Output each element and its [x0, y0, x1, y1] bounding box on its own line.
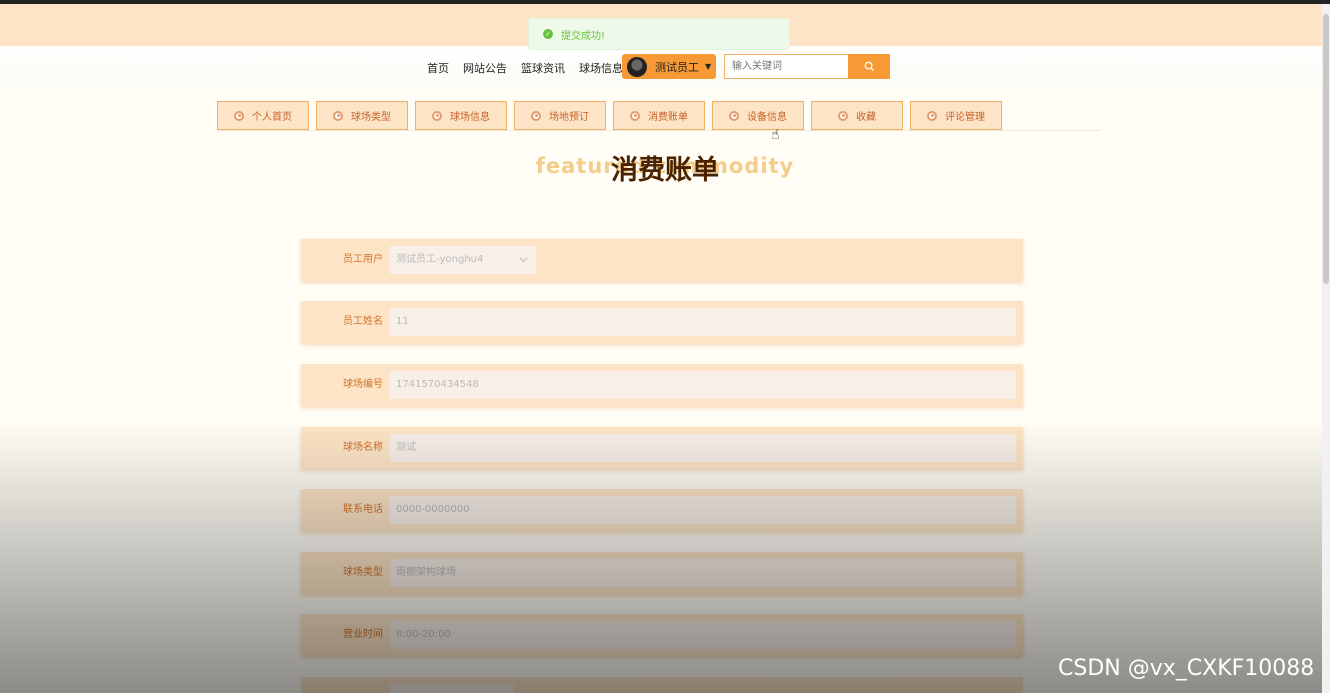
search-icon	[864, 61, 874, 72]
phone-field[interactable]: 0000-0000000	[390, 496, 1016, 524]
tab-label: 场地预订	[549, 112, 589, 123]
form-row-business-hours: 营业时间 8:00-20:00	[301, 614, 1023, 656]
business-hours-field[interactable]: 8:00-20:00	[390, 621, 1016, 649]
chevron-down-icon	[519, 257, 528, 263]
caret-down-icon: ▼	[705, 62, 712, 71]
form-row-phone: 联系电话 0000-0000000	[301, 489, 1023, 531]
tab-label: 收藏	[856, 112, 876, 123]
form-row-court-name: 球场名称 测试	[301, 427, 1023, 469]
circle-icon	[630, 110, 640, 121]
nav-links: 首页 网站公告 篮球资讯 球场信息	[427, 60, 623, 76]
tab-court-booking[interactable]: 场地预订	[514, 101, 606, 130]
tab-comments[interactable]: 评论管理	[910, 101, 1002, 130]
circle-icon	[729, 110, 739, 121]
form-label: 球场类型	[343, 567, 383, 578]
tab-label: 评论管理	[945, 112, 985, 123]
search-input[interactable]	[724, 54, 849, 79]
circle-icon	[432, 110, 442, 121]
tab-court-types[interactable]: 球场类型	[316, 101, 408, 130]
user-menu-button[interactable]: 测试员工 ▼	[622, 54, 716, 79]
form-label: 员工用户	[343, 254, 383, 265]
form-label: 联系电话	[343, 504, 383, 515]
partial-field	[390, 684, 514, 693]
employee-user-select[interactable]: 测试员工-yonghu4	[390, 246, 536, 274]
tab-label: 设备信息	[747, 112, 787, 123]
tab-bills[interactable]: 消费账单	[613, 101, 705, 130]
tab-personal-home[interactable]: 个人首页	[217, 101, 309, 130]
circle-icon	[234, 110, 244, 121]
form-row-court-type: 球场类型 雨棚架构球场	[301, 552, 1023, 594]
toast-message: 提交成功!	[561, 30, 606, 42]
search-button[interactable]	[848, 54, 890, 79]
tab-favorites[interactable]: 收藏	[811, 101, 903, 130]
form-row-employee-user: 员工用户 测试员工-yonghu4	[301, 239, 1023, 281]
user-name: 测试员工	[655, 60, 699, 74]
circle-icon	[333, 110, 343, 121]
circle-icon	[838, 110, 848, 121]
employee-name-field[interactable]: 11	[390, 308, 1016, 336]
nav-announcements[interactable]: 网站公告	[463, 60, 507, 76]
court-name-field[interactable]: 测试	[390, 434, 1016, 462]
watermark: CSDN @vx_CXKF10088	[1058, 656, 1315, 681]
circle-icon	[531, 110, 541, 121]
tab-equipment[interactable]: 设备信息	[712, 101, 804, 130]
form-row-employee-name: 员工姓名 11	[301, 301, 1023, 343]
tab-label: 球场类型	[351, 112, 391, 123]
page-title: 消费账单	[611, 155, 719, 186]
form-label: 员工姓名	[343, 316, 383, 327]
nav-home[interactable]: 首页	[427, 60, 449, 76]
circle-icon	[927, 110, 937, 121]
check-circle-icon: ✓	[543, 29, 553, 39]
form-label: 球场名称	[343, 442, 383, 453]
tab-label: 消费账单	[648, 112, 688, 123]
form-label: 营业时间	[343, 629, 383, 640]
nav-basketball-news[interactable]: 篮球资讯	[521, 60, 565, 76]
avatar	[627, 56, 647, 77]
tab-court-info[interactable]: 球场信息	[415, 101, 507, 130]
form-label: 球场编号	[343, 379, 383, 390]
court-type-field[interactable]: 雨棚架构球场	[390, 559, 1016, 587]
form-row-court-number: 球场编号 1741570434548	[301, 364, 1023, 406]
tab-label: 球场信息	[450, 112, 490, 123]
page-title-block: featured commodity 消费账单	[0, 148, 1330, 188]
hand-pointer-icon: ☝	[771, 127, 780, 143]
tab-label: 个人首页	[252, 112, 292, 123]
form-row-partial	[301, 677, 1023, 693]
scrollbar[interactable]	[1322, 4, 1330, 693]
nav-court-info[interactable]: 球场信息	[579, 60, 623, 76]
success-toast: ✓ 提交成功!	[528, 18, 790, 50]
court-number-field[interactable]: 1741570434548	[390, 371, 1016, 399]
select-value: 测试员工-yonghu4	[396, 254, 484, 265]
scrollbar-thumb[interactable]	[1323, 14, 1329, 284]
search-box	[724, 54, 890, 79]
center-tabs: 个人首页 球场类型 球场信息 场地预订 消费账单 设备信息 收藏 评论管理	[217, 101, 1101, 131]
